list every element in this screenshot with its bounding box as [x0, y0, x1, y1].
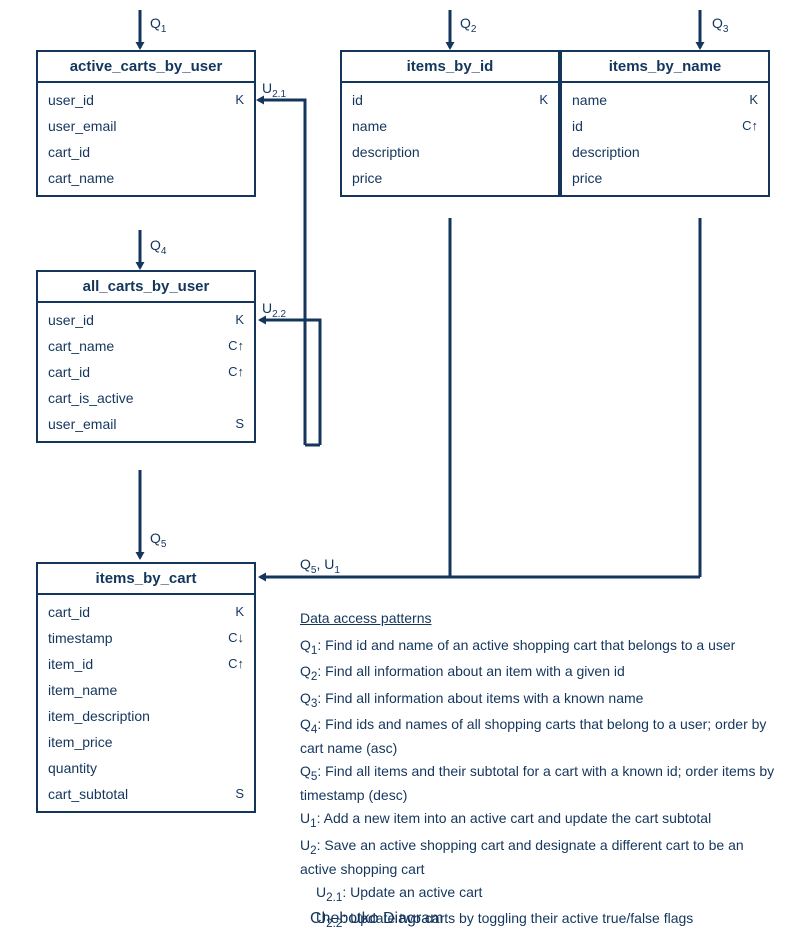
column-key: C↑ [228, 656, 244, 672]
column-row: cart_is_active [38, 385, 254, 411]
column-name: cart_name [48, 170, 114, 186]
column-name: name [572, 92, 607, 108]
column-row: user_id K [38, 307, 254, 333]
column-name: cart_subtotal [48, 786, 128, 802]
diagram-caption: Chebotko Diagram [310, 910, 443, 928]
table-body: name Kid C↑ description price [562, 83, 768, 195]
column-key: K [539, 92, 548, 108]
column-name: description [352, 144, 420, 160]
column-name: cart_name [48, 338, 114, 354]
column-row: user_email [38, 113, 254, 139]
column-name: cart_id [48, 364, 90, 380]
column-name: item_price [48, 734, 113, 750]
column-name: user_id [48, 312, 94, 328]
column-name: item_id [48, 656, 93, 672]
column-key: C↓ [228, 630, 244, 646]
pattern-item: U2: Save an active shopping cart and des… [300, 835, 780, 880]
column-row: item_price [38, 729, 254, 755]
column-row: cart_name C↑ [38, 333, 254, 359]
column-row: id C↑ [562, 113, 768, 139]
column-row: quantity [38, 755, 254, 781]
data-access-patterns: Data access patterns Q1: Find id and nam… [300, 608, 780, 935]
column-key: S [235, 786, 244, 802]
column-row: price [342, 165, 558, 191]
table-items-by-cart: items_by_cart cart_id Ktimestamp C↓ item_id C… [36, 562, 256, 813]
label-q4: Q4 [150, 237, 166, 257]
column-row: cart_id K [38, 599, 254, 625]
column-row: cart_name [38, 165, 254, 191]
table-body: id Kname description price [342, 83, 558, 195]
pattern-item: Q3: Find all information about items wit… [300, 688, 780, 712]
column-row: timestamp C↓ [38, 625, 254, 651]
column-name: user_email [48, 118, 116, 134]
column-row: item_description [38, 703, 254, 729]
label-q5u1: Q5, U1 [300, 556, 340, 576]
column-row: cart_id C↑ [38, 359, 254, 385]
label-q3: Q3 [712, 15, 728, 35]
table-body: cart_idKtimestampC↓item_idC↑item_nameite… [38, 595, 254, 811]
column-name: name [352, 118, 387, 134]
diagram-canvas: Q1 Q2 Q3 Q4 U2.1 U2.2 Q5 Q5, U1 active_c… [0, 0, 800, 944]
column-name: user_id [48, 92, 94, 108]
table-title: items_by_name [562, 52, 768, 83]
table-body: user_id Kcart_name C↑ cart_id C↑ cart_is_acti… [38, 303, 254, 441]
column-row: name K [562, 87, 768, 113]
patterns-title: Data access patterns [300, 608, 780, 629]
column-name: description [572, 144, 640, 160]
column-row: item_name [38, 677, 254, 703]
column-row: user_id K [38, 87, 254, 113]
column-name: cart_is_active [48, 390, 134, 406]
column-key: K [235, 312, 244, 328]
column-row: name [342, 113, 558, 139]
patterns-list: Q1: Find id and name of an active shoppi… [300, 635, 780, 933]
column-key: K [235, 92, 244, 108]
column-row: description [562, 139, 768, 165]
label-q2: Q2 [460, 15, 476, 35]
pattern-item: U1: Add a new item into an active cart a… [300, 808, 780, 832]
column-key: C↑ [228, 364, 244, 380]
table-title: items_by_cart [38, 564, 254, 595]
table-items-by-id: items_by_idid Kname description price [340, 50, 560, 197]
column-row: id K [342, 87, 558, 113]
label-q5: Q5 [150, 530, 166, 550]
column-key: K [235, 604, 244, 620]
pattern-item: Q5: Find all items and their subtotal fo… [300, 761, 780, 806]
pattern-item: Q1: Find id and name of an active shoppi… [300, 635, 780, 659]
column-row: cart_subtotal S [38, 781, 254, 807]
table-title: all_carts_by_user [38, 272, 254, 303]
column-key: C↑ [742, 118, 758, 134]
column-name: user_email [48, 416, 116, 432]
table-title: active_carts_by_user [38, 52, 254, 83]
column-key: S [235, 416, 244, 432]
table-items-by-name: items_by_namename Kid C↑ description price [560, 50, 770, 197]
table-title: items_by_id [342, 52, 558, 83]
column-name: item_name [48, 682, 117, 698]
table-active-carts-by-user: active_carts_by_user user_id Kuser_emailca… [36, 50, 256, 197]
column-name: cart_id [48, 604, 90, 620]
label-q1: Q1 [150, 15, 166, 35]
pattern-item: Q4: Find ids and names of all shopping c… [300, 714, 780, 759]
column-name: price [572, 170, 602, 186]
column-name: timestamp [48, 630, 113, 646]
column-row: description [342, 139, 558, 165]
column-name: price [352, 170, 382, 186]
pattern-item: Q2: Find all information about an item w… [300, 661, 780, 685]
column-name: cart_id [48, 144, 90, 160]
table-body: user_id Kuser_email cart_id cart_name [38, 83, 254, 195]
column-row: item_id C↑ [38, 651, 254, 677]
table-all-carts-by-user: all_carts_by_useruser_idKcart_nameC↑cart… [36, 270, 256, 443]
column-name: id [572, 118, 583, 134]
column-name: id [352, 92, 363, 108]
label-u22: U2.2 [262, 300, 286, 320]
column-row: price [562, 165, 768, 191]
column-row: user_email S [38, 411, 254, 437]
column-name: quantity [48, 760, 97, 776]
column-key: K [749, 92, 758, 108]
column-name: item_description [48, 708, 150, 724]
label-u21: U2.1 [262, 80, 286, 100]
pattern-item: U2.1: Update an active cart [300, 882, 780, 906]
column-row: cart_id [38, 139, 254, 165]
column-key: C↑ [228, 338, 244, 354]
